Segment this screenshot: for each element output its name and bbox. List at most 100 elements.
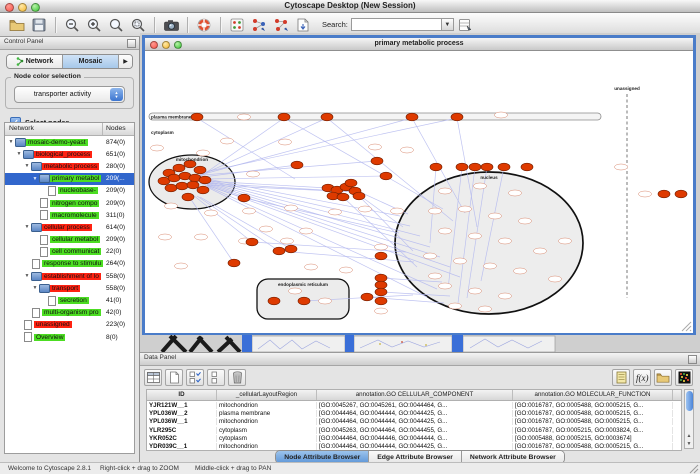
network-window-titlebar[interactable]: primary metabolic process: [145, 38, 693, 51]
annotation-button[interactable]: [227, 15, 247, 35]
zoom-in-button[interactable]: [84, 15, 104, 35]
import-attribute-file-button[interactable]: [654, 369, 672, 386]
network-node[interactable]: [429, 208, 442, 214]
tree-row[interactable]: response to stimulu264(0): [5, 258, 134, 270]
network-node[interactable]: [439, 228, 452, 234]
zoom-selected-button[interactable]: [128, 15, 148, 35]
network-node[interactable]: [479, 306, 492, 312]
network-node[interactable]: [459, 206, 472, 212]
network-node-selected[interactable]: [371, 157, 383, 165]
network-node[interactable]: [534, 248, 547, 254]
network-node[interactable]: [151, 145, 164, 151]
scrollbar-thumb[interactable]: [686, 391, 693, 411]
unselect-attributes-button[interactable]: [207, 369, 225, 386]
network-node-selected[interactable]: [168, 174, 180, 182]
destroy-network-button[interactable]: [271, 15, 291, 35]
network-node-selected[interactable]: [278, 113, 290, 121]
tree-expand-arrow-icon[interactable]: ▼: [23, 224, 31, 230]
zoom-out-button[interactable]: [62, 15, 82, 35]
network-node[interactable]: [484, 263, 497, 269]
resize-grip-icon[interactable]: [680, 320, 692, 332]
network-node-selected[interactable]: [298, 297, 310, 305]
network-node[interactable]: [615, 164, 628, 170]
import-attributes-button[interactable]: [455, 15, 475, 35]
heatmap-button[interactable]: [675, 369, 693, 386]
tree-row[interactable]: nucleobase-209(0): [5, 185, 134, 197]
network-node[interactable]: [340, 267, 353, 273]
network-edge[interactable]: [190, 198, 234, 263]
network-node[interactable]: [289, 288, 302, 294]
network-node-selected[interactable]: [191, 113, 203, 121]
tree-row[interactable]: unassigned223(0): [5, 319, 134, 331]
network-node-selected[interactable]: [165, 184, 177, 192]
import-network-button[interactable]: [293, 15, 313, 35]
network-node-selected[interactable]: [273, 247, 285, 255]
network-node[interactable]: [514, 268, 527, 274]
network-node[interactable]: [519, 218, 532, 224]
tree-row[interactable]: ▼metabolic process280(0): [5, 160, 134, 172]
network-node-selected[interactable]: [197, 186, 209, 194]
network-node-selected[interactable]: [268, 297, 280, 305]
tabs-overflow-button[interactable]: ▶: [119, 55, 132, 68]
network-node[interactable]: [159, 234, 172, 240]
tree-row[interactable]: ▼cellular process614(0): [5, 221, 134, 233]
table-row[interactable]: YJR121W__1mitochondrion[GO:0045267, GO:0…: [147, 401, 681, 409]
network-node[interactable]: [424, 253, 437, 259]
network-node-selected[interactable]: [375, 288, 387, 296]
network-node-selected[interactable]: [380, 172, 392, 180]
network-node[interactable]: [281, 238, 294, 244]
tab-network[interactable]: Network: [7, 55, 63, 68]
network-node-selected[interactable]: [182, 193, 194, 201]
network-node[interactable]: [489, 213, 502, 219]
network-node-selected[interactable]: [199, 176, 211, 184]
network-node[interactable]: [260, 226, 273, 232]
col-region[interactable]: _cellularLayoutRegion: [217, 390, 317, 400]
network-node-selected[interactable]: [406, 113, 418, 121]
tree-row[interactable]: nitrogen compo209(0): [5, 197, 134, 209]
network-node-selected[interactable]: [451, 113, 463, 121]
col-id[interactable]: ID: [147, 390, 217, 400]
network-node[interactable]: [454, 258, 467, 264]
network-node[interactable]: [439, 188, 452, 194]
network-node[interactable]: [175, 263, 188, 269]
network-node-selected[interactable]: [345, 179, 357, 187]
tree-row[interactable]: multi-organism pro42(0): [5, 307, 134, 319]
col-cellular-component[interactable]: annotation.GO CELLULAR_COMPONENT: [317, 390, 513, 400]
network-node-selected[interactable]: [291, 161, 303, 169]
network-node[interactable]: [429, 273, 442, 279]
open-file-button[interactable]: [7, 15, 27, 35]
delete-attribute-button[interactable]: [228, 369, 246, 386]
table-row[interactable]: YPL036W__1mitochondrion[GO:0044464, GO:0…: [147, 418, 681, 426]
tree-row[interactable]: ▼establishment of lo558(0): [5, 270, 134, 282]
tree-row[interactable]: macromolecule311(0): [5, 209, 134, 221]
tree-row[interactable]: cell communicat22(0): [5, 246, 134, 258]
network-node[interactable]: [499, 293, 512, 299]
formula-button[interactable]: f(x): [633, 369, 651, 386]
network-node[interactable]: [559, 238, 572, 244]
scroll-down-arrow[interactable]: ▼: [685, 440, 693, 448]
network-node[interactable]: [469, 288, 482, 294]
search-input[interactable]: [351, 18, 441, 31]
network-node-selected[interactable]: [675, 190, 687, 198]
network-node-selected[interactable]: [176, 182, 188, 190]
network-node-selected[interactable]: [173, 164, 185, 172]
network-node[interactable]: [205, 210, 218, 216]
window-resize-grip-icon[interactable]: [689, 464, 699, 474]
tree-expand-arrow-icon[interactable]: ▼: [31, 176, 39, 182]
new-network-button[interactable]: [249, 15, 269, 35]
network-node-selected[interactable]: [430, 163, 442, 171]
network-node-selected[interactable]: [498, 163, 510, 171]
color-attribute-dropdown[interactable]: transporter activity ▲▼: [14, 86, 125, 103]
table-row[interactable]: YKR052Ccytoplasm[GO:0044464, GO:0044446,…: [147, 434, 681, 442]
network-node-selected[interactable]: [469, 163, 481, 171]
network-node-selected[interactable]: [375, 274, 387, 282]
float-panel-icon[interactable]: [688, 355, 697, 364]
network-node-selected[interactable]: [187, 181, 199, 189]
network-node[interactable]: [469, 233, 482, 239]
tree-expand-arrow-icon[interactable]: ▼: [23, 273, 31, 279]
tree-col-network[interactable]: Network: [9, 125, 34, 132]
network-canvas[interactable]: plasma membranecytoplasmmitochondrionnuc…: [145, 51, 693, 333]
network-node-selected[interactable]: [521, 163, 533, 171]
network-node[interactable]: [439, 283, 452, 289]
tree-expand-arrow-icon[interactable]: ▼: [7, 139, 15, 145]
